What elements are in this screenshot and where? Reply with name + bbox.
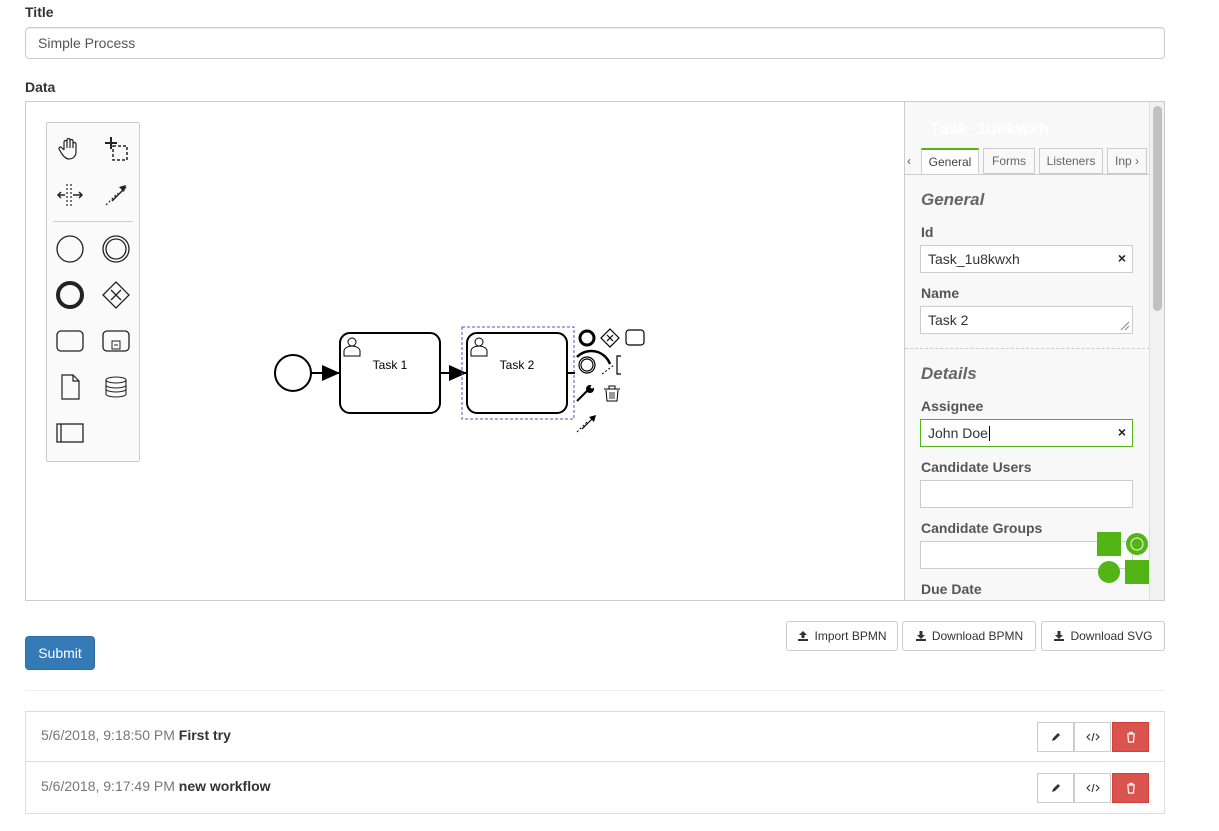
properties-header: Task_1u8kwxh <box>930 119 1049 138</box>
list-item-name: new workflow <box>178 778 271 794</box>
trash-icon <box>1126 731 1135 743</box>
title-label: Title <box>25 4 54 20</box>
start-event[interactable] <box>274 354 312 392</box>
section-divider <box>905 348 1150 349</box>
text-annotation-icon[interactable] <box>601 355 621 375</box>
trash-icon[interactable] <box>604 385 620 402</box>
delete-button[interactable] <box>1112 773 1149 803</box>
clear-id-icon[interactable]: × <box>1118 250 1126 266</box>
code-icon <box>1085 783 1100 793</box>
title-input-value: Simple Process <box>38 35 136 51</box>
upload-icon <box>798 631 809 641</box>
resize-handle-icon[interactable] <box>1118 319 1130 331</box>
task-2-label: Task 2 <box>500 358 535 372</box>
wrench-icon[interactable] <box>576 385 594 402</box>
edit-button[interactable] <box>1037 773 1074 803</box>
horizontal-rule <box>25 690 1165 691</box>
candidate-groups-label: Candidate Groups <box>921 520 1043 536</box>
context-pad[interactable] <box>576 328 645 433</box>
details-section-title: Details <box>921 364 977 383</box>
code-icon <box>1085 732 1100 742</box>
title-input[interactable]: Simple Process <box>25 27 1165 59</box>
list-item-name: First try <box>178 727 231 743</box>
process-list: 5/6/2018, 9:18:50 PM First try 5/6/2018,… <box>25 711 1165 814</box>
download-icon <box>1054 631 1065 641</box>
bpmn-io-logo-icon <box>1097 532 1149 584</box>
append-task-icon[interactable] <box>625 329 645 346</box>
candidate-users-input[interactable] <box>920 480 1133 508</box>
assignee-label: Assignee <box>921 398 984 414</box>
connect-icon[interactable] <box>576 415 596 433</box>
download-bpmn-button[interactable]: Download BPMN <box>902 621 1036 651</box>
tabs-scroll-left[interactable]: ‹ <box>907 154 911 168</box>
data-label: Data <box>25 79 56 95</box>
name-label: Name <box>921 285 960 301</box>
append-gateway-icon[interactable] <box>600 328 620 348</box>
list-item-text: 5/6/2018, 9:18:50 PM First try <box>41 727 231 743</box>
tabs-underline <box>905 174 1150 175</box>
name-input[interactable]: Task 2 <box>920 306 1133 334</box>
bpmn-modeler[interactable]: Task 1 Task 2 Task_1u8kwxh ‹ General For… <box>25 101 1165 601</box>
pencil-icon <box>1051 733 1060 741</box>
tab-forms[interactable]: Forms <box>983 148 1035 174</box>
submit-button[interactable]: Submit <box>25 636 95 670</box>
download-icon <box>915 631 926 641</box>
list-item: 5/6/2018, 9:17:49 PM new workflow <box>26 763 1164 813</box>
tab-listeners[interactable]: Listeners <box>1039 148 1103 174</box>
general-section-title: General <box>921 190 985 209</box>
scrollbar-thumb[interactable] <box>1153 106 1162 311</box>
assignee-input[interactable]: John Doe × <box>920 419 1133 447</box>
id-label: Id <box>921 224 934 240</box>
append-intermediate-event-icon[interactable] <box>578 356 596 374</box>
trash-icon <box>1126 782 1135 794</box>
view-xml-button[interactable] <box>1074 722 1111 752</box>
list-item: 5/6/2018, 9:18:50 PM First try <box>26 712 1164 762</box>
pencil-icon <box>1051 784 1060 792</box>
properties-panel: Task_1u8kwxh ‹ General Forms Listeners I… <box>904 102 1164 600</box>
id-input[interactable]: Task_1u8kwxh × <box>920 245 1133 273</box>
text-cursor <box>988 425 990 441</box>
candidate-users-label: Candidate Users <box>921 459 1032 475</box>
diagram-canvas[interactable]: Task 1 Task 2 <box>26 102 904 600</box>
properties-scrollbar[interactable] <box>1149 102 1164 600</box>
tab-input-output[interactable]: Inp › <box>1107 148 1147 174</box>
download-svg-button[interactable]: Download SVG <box>1041 621 1165 651</box>
import-bpmn-button[interactable]: Import BPMN <box>786 621 898 651</box>
delete-button[interactable] <box>1112 722 1149 752</box>
edit-button[interactable] <box>1037 722 1074 752</box>
tab-general[interactable]: General <box>921 148 979 174</box>
append-end-event-icon[interactable] <box>578 329 596 347</box>
list-item-text: 5/6/2018, 9:17:49 PM new workflow <box>41 778 271 794</box>
clear-assignee-icon[interactable]: × <box>1118 424 1126 440</box>
view-xml-button[interactable] <box>1074 773 1111 803</box>
task-1-label: Task 1 <box>373 358 408 372</box>
due-date-label: Due Date <box>921 581 982 597</box>
